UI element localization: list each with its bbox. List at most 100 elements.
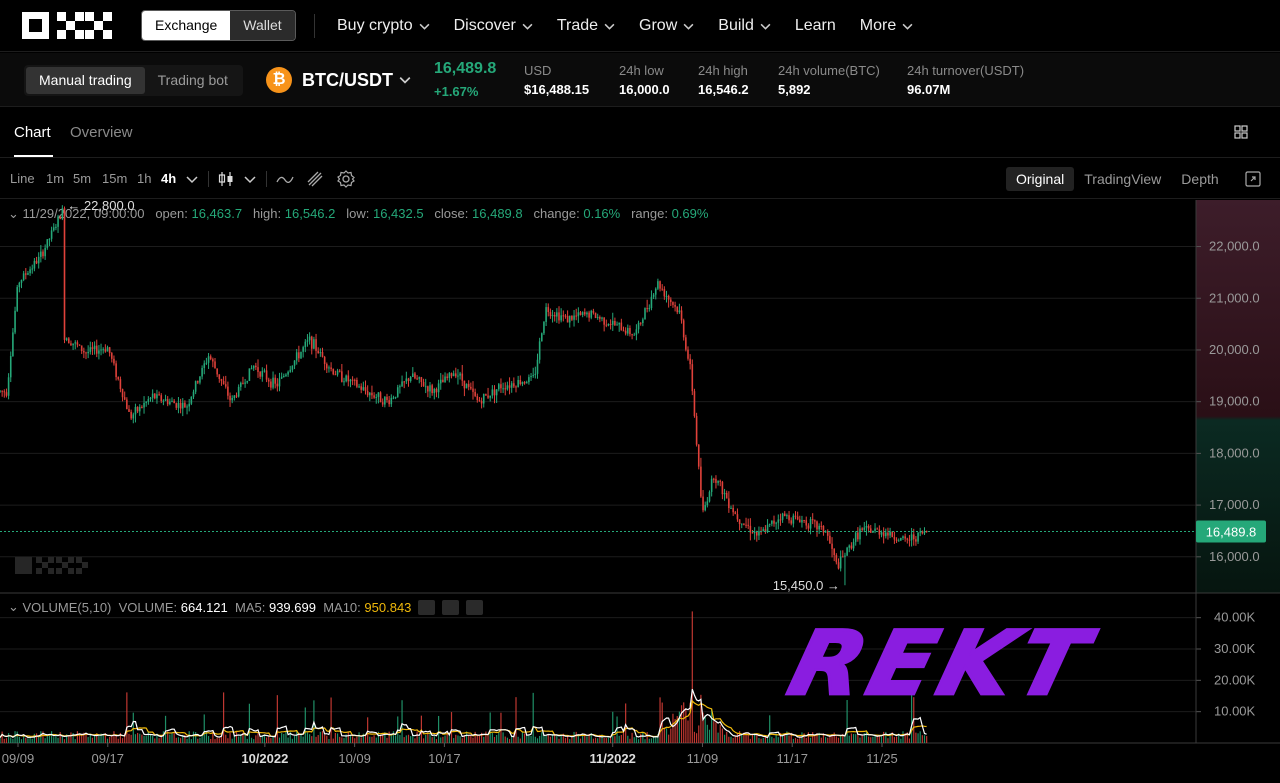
view-depth[interactable]: Depth — [1171, 167, 1228, 191]
okx-watermark-block — [48, 557, 54, 563]
timeframe-1m[interactable]: 1m — [46, 171, 64, 186]
nav-discover[interactable]: Discover — [454, 17, 533, 35]
candle-body — [738, 519, 741, 525]
chevron-down-icon[interactable] — [240, 169, 260, 189]
collapse-chevron-icon[interactable]: ⌄ — [8, 599, 23, 615]
timeframe-4h[interactable]: 4h — [161, 171, 176, 186]
volume-bar — [915, 732, 917, 743]
candle-body — [734, 512, 737, 515]
candle-body — [844, 555, 846, 557]
candle-body — [143, 402, 145, 408]
nav-buy-crypto[interactable]: Buy crypto — [337, 17, 430, 35]
indicator-icon[interactable] — [275, 169, 295, 189]
nav-build[interactable]: Build — [718, 17, 771, 35]
nav-label: Learn — [794, 17, 836, 34]
candle-body — [571, 315, 573, 320]
volume-bar — [519, 738, 521, 743]
volume-bar — [435, 739, 438, 743]
okx-watermark-block — [36, 557, 42, 563]
volume-bar — [293, 736, 296, 743]
timeframe-5m[interactable]: 5m — [73, 171, 91, 186]
candlestick-type-icon[interactable] — [216, 169, 236, 189]
tab-overview[interactable]: Overview — [70, 124, 133, 141]
nav-grow[interactable]: Grow — [639, 17, 694, 35]
volume-bar — [386, 737, 388, 743]
candle-body — [708, 491, 711, 502]
trading-bot-tab[interactable]: Trading bot — [145, 67, 241, 94]
candle-body — [710, 478, 713, 492]
wallet-button[interactable]: Wallet — [230, 11, 295, 40]
time-tick-label: 10/2022 — [241, 751, 288, 766]
candle-body — [220, 378, 223, 382]
candle-body — [792, 515, 795, 524]
pair-selector[interactable]: ₿ BTC/USDT — [266, 67, 411, 93]
candle-body — [85, 352, 87, 354]
nav-more[interactable]: More — [860, 17, 913, 35]
candle-body — [556, 312, 558, 317]
chevron-down-icon[interactable] — [182, 169, 202, 189]
timeframe-line[interactable]: Line — [10, 171, 35, 186]
candle-body — [25, 273, 27, 275]
volume-bar — [270, 738, 272, 743]
manual-trading-tab[interactable]: Manual trading — [26, 67, 145, 94]
candle-body — [308, 336, 311, 341]
okx-logo[interactable] — [22, 12, 112, 39]
timeframe-1h[interactable]: 1h — [137, 171, 151, 186]
drawing-tool-icon[interactable] — [305, 169, 325, 189]
candle-body — [14, 310, 16, 333]
candle-body — [478, 400, 481, 402]
candle-body — [581, 312, 584, 315]
price-change: +1.67% — [434, 84, 479, 99]
volume-bar — [255, 735, 257, 743]
candle-body — [291, 365, 294, 370]
trading-mode-toggle: Manual trading Trading bot — [24, 65, 243, 96]
volume-bar — [792, 738, 794, 743]
stat-value: 16,000.0 — [619, 82, 670, 97]
exchange-button[interactable]: Exchange — [142, 11, 231, 40]
candle-body — [156, 394, 158, 399]
volume-bar — [504, 736, 506, 743]
candle-body — [482, 394, 485, 404]
candle-body — [599, 316, 601, 319]
price-chart[interactable]: 16,000.0 17,000.0 18,000.0 19,000.0 20,000.0… — [0, 200, 1280, 783]
volume-bar — [115, 736, 117, 743]
candle-body — [390, 397, 393, 405]
view-original[interactable]: Original — [1006, 167, 1075, 191]
volume-bar — [18, 736, 20, 743]
volume-bar — [53, 737, 55, 743]
tab-chart[interactable]: Chart — [14, 124, 51, 141]
candle-body — [882, 532, 885, 537]
nav-trade[interactable]: Trade — [557, 17, 615, 35]
timeframe-15m[interactable]: 15m — [102, 171, 127, 186]
candle-body — [786, 515, 788, 517]
view-tradingview[interactable]: TradingView — [1074, 167, 1171, 191]
fullscreen-icon[interactable] — [1243, 169, 1263, 189]
candle-body — [274, 377, 276, 384]
chevron-down-icon — [399, 77, 411, 84]
candle-body — [771, 520, 773, 524]
candle-body — [676, 306, 679, 313]
candle-body — [379, 392, 382, 403]
volume-bar — [235, 731, 238, 743]
candle-body — [424, 386, 427, 388]
volume-bar — [87, 737, 89, 743]
settings-gear-icon[interactable] — [336, 169, 356, 189]
candle-body — [513, 383, 515, 387]
candle-body — [586, 312, 588, 315]
volume-bar — [769, 715, 771, 743]
volume-bar — [530, 735, 532, 743]
candle-body — [175, 403, 178, 408]
volume-bar — [511, 736, 513, 743]
layout-grid-icon[interactable] — [1234, 125, 1248, 139]
nav-learn[interactable]: Learn — [795, 17, 836, 35]
volume-bar — [418, 736, 420, 743]
settings-gear-icon[interactable] — [442, 599, 460, 615]
candle-body — [697, 444, 700, 467]
close-icon[interactable] — [466, 599, 484, 615]
candle-body — [35, 260, 38, 264]
candle-body — [624, 330, 627, 334]
eye-icon[interactable] — [418, 599, 436, 615]
volume-bar — [373, 735, 375, 743]
candle-body — [392, 397, 395, 399]
volume-bar — [586, 736, 588, 743]
